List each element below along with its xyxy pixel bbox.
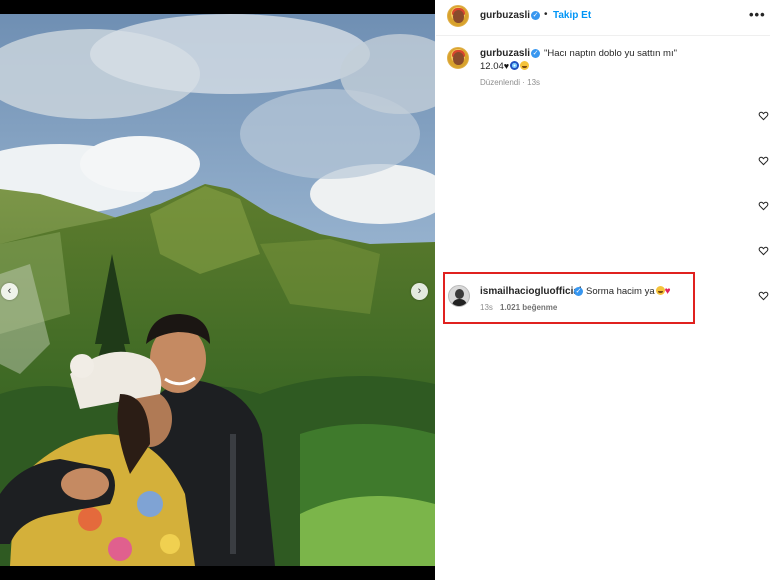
post-media: ‹ ›: [0, 0, 435, 580]
heart-outline-icon[interactable]: [758, 200, 769, 211]
caption-author-username[interactable]: gurbuzasli: [480, 48, 530, 59]
post-header: gurbuzasli ✓ • Takip Et •••: [436, 0, 770, 36]
more-options-icon[interactable]: •••: [749, 7, 766, 22]
caption-line-2: 12.04♥: [480, 61, 530, 72]
heart-outline-icon[interactable]: [758, 290, 769, 301]
caption-time-text: 12.04: [480, 61, 504, 72]
separator-dot: •: [544, 9, 548, 20]
verified-badge-icon: ✓: [531, 11, 540, 20]
chevron-left-icon: ‹: [7, 285, 12, 297]
evil-eye-emoji-icon: [510, 61, 520, 70]
highlight-annotation-box: [443, 272, 695, 324]
heart-outline-icon[interactable]: [758, 110, 769, 121]
previous-photo-button[interactable]: ‹: [1, 283, 18, 300]
post-photo[interactable]: [0, 14, 435, 566]
black-heart-emoji-icon: ♥: [503, 61, 510, 71]
heart-outline-icon[interactable]: [758, 155, 769, 166]
chevron-right-icon: ›: [417, 285, 422, 297]
author-username[interactable]: gurbuzasli: [480, 10, 530, 21]
heart-outline-icon[interactable]: [758, 245, 769, 256]
caption-author-avatar[interactable]: [447, 47, 469, 69]
next-photo-button[interactable]: ›: [411, 283, 428, 300]
follow-button[interactable]: Takip Et: [553, 10, 591, 21]
landscape-photo: [0, 14, 435, 566]
edited-label: Düzenlendi · 13s: [480, 78, 541, 87]
verified-badge-icon: ✓: [531, 49, 540, 58]
author-avatar[interactable]: [447, 5, 469, 27]
caption-text: "Hacı naptın doblo yu sattın mı": [544, 48, 677, 59]
smile-emoji-icon: [520, 61, 530, 70]
